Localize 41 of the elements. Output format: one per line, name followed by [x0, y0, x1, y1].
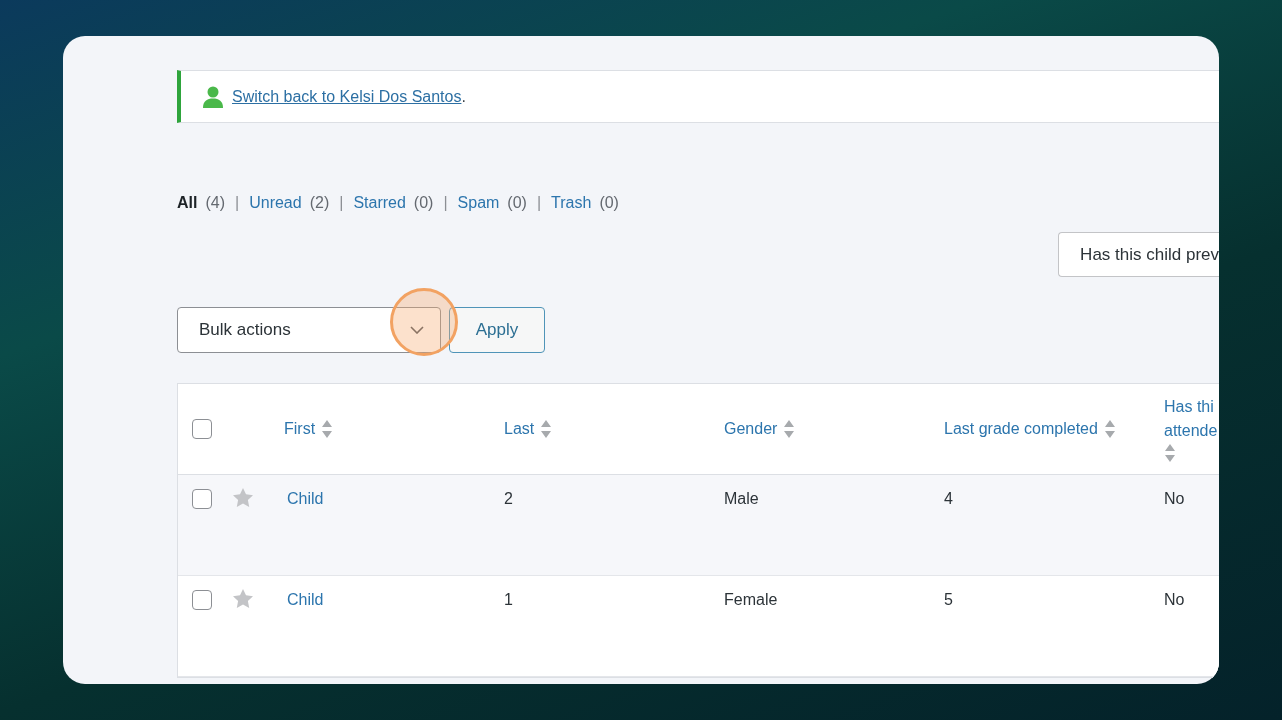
separator: |: [339, 193, 344, 213]
entry-link[interactable]: Child: [287, 591, 324, 609]
table-cell: Male: [724, 490, 759, 507]
switch-back-link[interactable]: Switch back to Kelsi Dos Santos: [232, 87, 462, 105]
filter-select[interactable]: Has this child prev: [1058, 232, 1219, 277]
view-link[interactable]: Spam: [457, 193, 500, 213]
column-header[interactable]: Last: [490, 417, 710, 441]
table-cell: Female: [724, 591, 778, 608]
column-header[interactable]: Has thi attende: [1150, 395, 1219, 463]
table-cell: 1: [504, 591, 513, 608]
column-header[interactable]: First: [270, 417, 490, 441]
table-cell: No: [1164, 591, 1185, 608]
view-count: (0): [507, 193, 527, 213]
user-icon: [203, 85, 223, 108]
table-cell: 2: [504, 490, 513, 507]
separator: |: [235, 193, 240, 213]
view-link[interactable]: Trash: [551, 193, 592, 213]
chevron-down-icon: [410, 326, 424, 334]
view-link[interactable]: All: [177, 193, 198, 213]
notice-text: Switch back to Kelsi Dos Santos.: [232, 87, 466, 106]
table-cell: No: [1164, 490, 1185, 507]
view-count: (2): [309, 193, 330, 213]
star-icon[interactable]: [233, 488, 253, 507]
view-count: (4): [205, 193, 225, 213]
row-checkbox[interactable]: [192, 590, 212, 610]
bulk-actions-select[interactable]: Bulk actions: [177, 307, 441, 353]
view-count: (0): [599, 193, 619, 213]
table-cell: 4: [944, 490, 953, 507]
column-header[interactable]: Gender: [710, 417, 930, 441]
separator: |: [443, 193, 448, 213]
view-count: (0): [413, 193, 434, 213]
separator: |: [536, 193, 542, 213]
select-all-checkbox[interactable]: [192, 419, 212, 439]
apply-button[interactable]: Apply: [449, 307, 545, 353]
table-cell: 5: [944, 591, 953, 608]
entry-link[interactable]: Child: [287, 490, 324, 508]
view-link[interactable]: Starred: [353, 193, 406, 213]
row-checkbox[interactable]: [192, 489, 212, 509]
column-header[interactable]: Last grade completed: [930, 417, 1150, 441]
view-link[interactable]: Unread: [249, 193, 302, 213]
star-icon[interactable]: [233, 589, 253, 608]
